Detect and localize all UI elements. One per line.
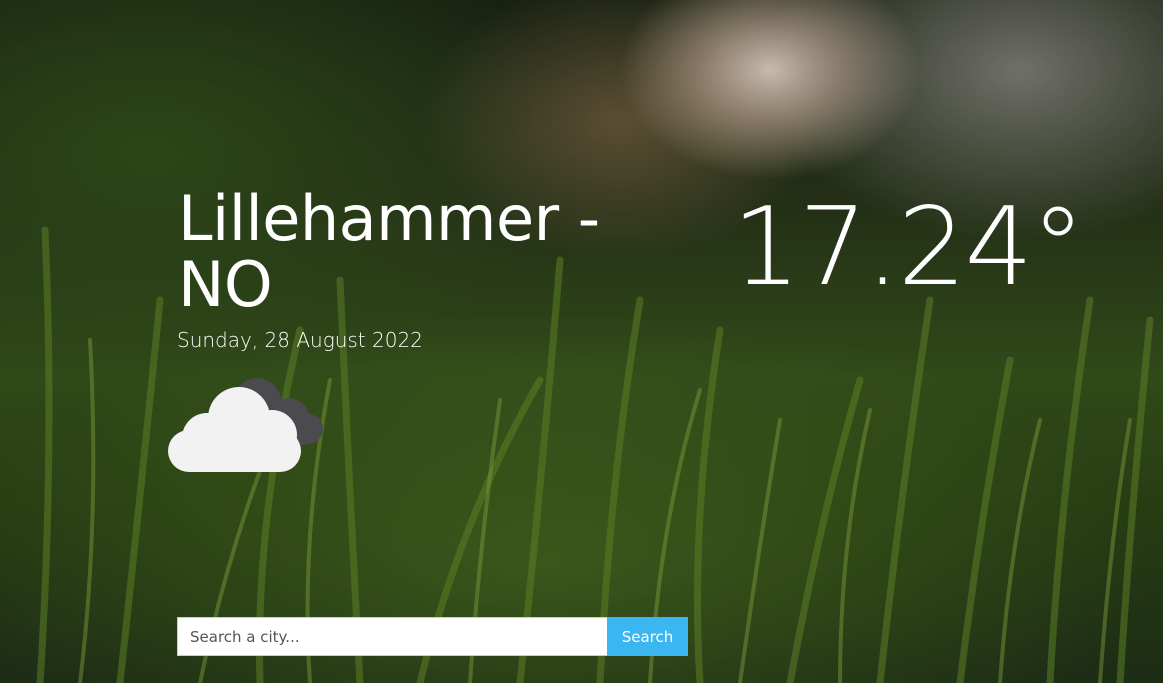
background-overlay: [0, 0, 1163, 683]
current-date: Sunday, 28 August 2022: [177, 328, 423, 352]
city-name: Lillehammer - NO: [178, 182, 600, 321]
search-input[interactable]: [177, 617, 607, 656]
search-bar: Search: [177, 617, 688, 656]
cloudy-icon: [168, 378, 323, 472]
temperature-value: 17.24°: [732, 185, 1085, 310]
search-button[interactable]: Search: [607, 617, 688, 656]
